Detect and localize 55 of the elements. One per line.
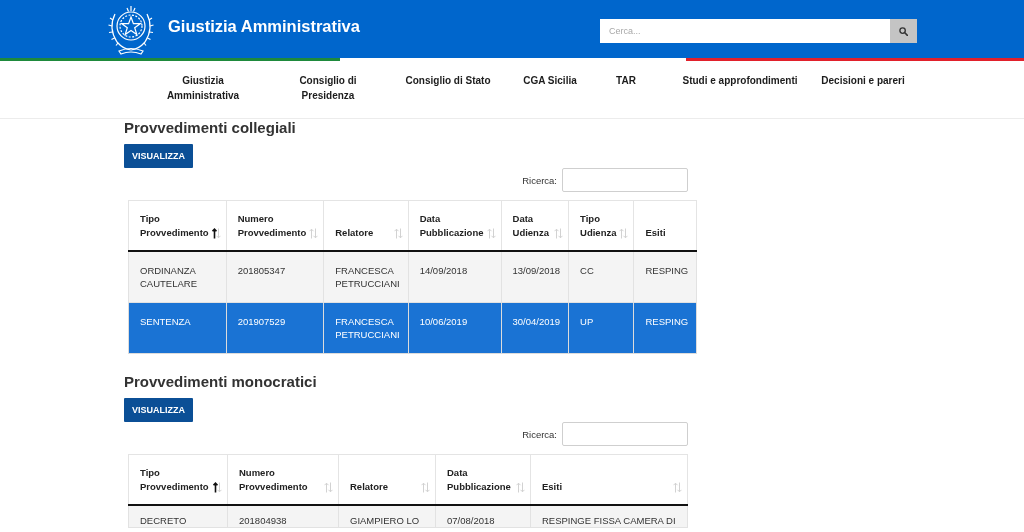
table-cell: ORDINANZA CAUTELARE bbox=[128, 251, 227, 303]
table-cell: CC bbox=[568, 251, 634, 303]
search-field[interactable]: Cerca... bbox=[600, 19, 890, 43]
search-icon bbox=[899, 26, 908, 36]
table-cell: FRANCESCA PETRUCCIANI bbox=[323, 302, 409, 354]
column-header[interactable]: Tipo Udienza bbox=[568, 200, 634, 251]
column-header[interactable]: Data Udienza bbox=[501, 200, 569, 251]
table-row[interactable]: SENTENZA 201907529 FRANCESCA PETRUCCIANI 10/06/2019 30/04/2019 UP RESPING bbox=[128, 302, 697, 354]
nav-link[interactable]: Consiglio di Presidenza bbox=[292, 73, 364, 103]
table-cell: GIAMPIERO LO bbox=[338, 505, 436, 528]
search-button[interactable] bbox=[890, 19, 917, 43]
nav-link[interactable]: CGA Sicilia bbox=[523, 73, 577, 88]
sort-icon[interactable] bbox=[213, 482, 222, 493]
table-cell: RESPING bbox=[634, 251, 697, 303]
table-cell: 201804938 bbox=[227, 505, 339, 528]
table-cell: 07/08/2018 bbox=[435, 505, 531, 528]
column-header[interactable]: Relatore bbox=[338, 454, 436, 505]
table-cell: 201805347 bbox=[226, 251, 324, 303]
table-cell: RESPINGE FISSA CAMERA DI bbox=[530, 505, 688, 528]
site-title[interactable]: Giustizia Amministrativa bbox=[168, 16, 360, 36]
table-row[interactable]: DECRETO 201804938 GIAMPIERO LO 07/08/2018 RESPINGE FISSA CAMERA DI bbox=[128, 505, 688, 528]
table-cell: RESPING bbox=[634, 302, 697, 354]
filter-field[interactable] bbox=[562, 168, 688, 192]
column-header[interactable]: Numero Provvedimento bbox=[227, 454, 339, 505]
column-header[interactable]: Tipo Provvedimento bbox=[128, 454, 228, 505]
column-header[interactable]: Numero Provvedimento bbox=[226, 200, 324, 251]
table-cell: 14/09/2018 bbox=[408, 251, 501, 303]
table-row[interactable]: ORDINANZA CAUTELARE 201805347 FRANCESCA PETRUCCIANI 14/09/2018 13/09/2018 CC RESPING bbox=[128, 251, 697, 303]
nav-link[interactable]: Giustizia Amministrativa bbox=[155, 73, 251, 103]
column-header[interactable]: Tipo Provvedimento bbox=[128, 200, 227, 251]
filter-label: Ricerca: bbox=[522, 174, 557, 186]
table-cell: 30/04/2019 bbox=[501, 302, 569, 354]
nav-link[interactable]: Consiglio di Stato bbox=[405, 73, 491, 88]
table-cell: UP bbox=[568, 302, 634, 354]
column-header[interactable]: Esiti bbox=[634, 200, 697, 251]
view-button[interactable]: VISUALIZZA bbox=[124, 144, 193, 168]
filter-field[interactable] bbox=[562, 422, 688, 446]
table-cell: DECRETO bbox=[128, 505, 228, 528]
table-cell: SENTENZA bbox=[128, 302, 227, 354]
nav-link[interactable]: TAR bbox=[616, 73, 636, 88]
table-cell: FRANCESCA PETRUCCIANI bbox=[323, 251, 409, 303]
filter-label: Ricerca: bbox=[522, 428, 557, 440]
table-cell: 13/09/2018 bbox=[501, 251, 569, 303]
section-title: Provvedimenti collegiali bbox=[124, 119, 297, 137]
table-cell: 201907529 bbox=[226, 302, 324, 354]
column-header[interactable]: Esiti bbox=[530, 454, 688, 505]
column-header[interactable]: Data Pubblicazione bbox=[435, 454, 531, 505]
section-title: Provvedimenti monocratici bbox=[124, 373, 318, 391]
nav-link[interactable]: Studi e approfondimenti bbox=[682, 73, 798, 88]
view-button[interactable]: VISUALIZZA bbox=[124, 398, 193, 422]
nav-link[interactable]: Decisioni e pareri bbox=[821, 73, 905, 88]
sort-icon[interactable] bbox=[211, 228, 221, 239]
column-header[interactable]: Relatore bbox=[323, 200, 409, 251]
table-cell: 10/06/2019 bbox=[408, 302, 501, 354]
column-header[interactable]: Data Pubblicazione bbox=[408, 200, 501, 251]
